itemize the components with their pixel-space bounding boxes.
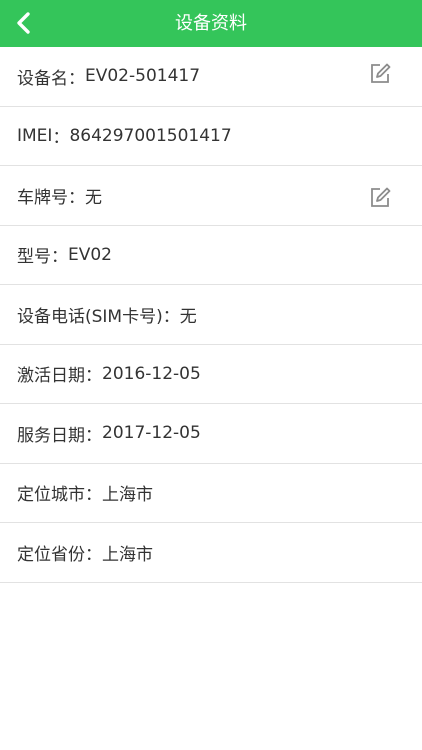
row-separator: ：: [85, 544, 102, 565]
row-value: 无: [179, 306, 197, 327]
row-text: 设备电话(SIM卡号)：无: [17, 285, 197, 344]
row-label: IMEI: [17, 125, 53, 146]
row-label: 设备名: [17, 68, 68, 89]
row-label: 定位省份: [17, 544, 85, 565]
app-header: 设备资料: [0, 0, 422, 47]
row-value: 上海市: [102, 544, 153, 565]
row-separator: ：: [52, 128, 70, 149]
edit-plate-number-button[interactable]: [366, 184, 394, 212]
row-label: 型号: [17, 247, 51, 268]
row-separator: ：: [68, 68, 85, 89]
row-separator: ：: [85, 425, 102, 446]
device-info-list: 设备名： EV02-501417 IMEI： 864297001501417 车牌号…: [0, 47, 422, 583]
row-value: EV02-501417: [85, 66, 201, 87]
row-separator: ：: [85, 485, 102, 506]
row-value: 2017-12-05: [102, 423, 201, 444]
edit-icon: [371, 187, 391, 207]
row-label: 车牌号: [17, 187, 68, 208]
row-separator: ：: [51, 247, 68, 268]
row-location-city: 定位城市：上海市: [0, 464, 422, 523]
row-label: 设备电话(SIM卡号): [17, 306, 163, 327]
row-label: 定位城市: [17, 485, 85, 506]
row-sim-number: 设备电话(SIM卡号)：无: [0, 285, 422, 345]
row-location-province: 定位省份：上海市: [0, 523, 422, 583]
row-value: 无: [85, 187, 102, 208]
row-separator: ：: [68, 187, 85, 208]
edit-icon: [371, 63, 391, 83]
row-value: 上海市: [102, 485, 153, 506]
row-value: 864297001501417: [69, 125, 232, 146]
row-value: 2016-12-05: [102, 363, 201, 384]
row-service-date: 服务日期： 2017-12-05: [0, 404, 422, 464]
row-text: 定位省份：上海市: [17, 523, 153, 582]
edit-device-name-button[interactable]: [366, 60, 394, 88]
row-text: 激活日期： 2016-12-05: [17, 345, 201, 404]
row-text: 服务日期： 2017-12-05: [17, 404, 201, 463]
row-label: 激活日期: [17, 366, 85, 387]
row-text: 车牌号：无: [17, 166, 102, 225]
row-label: 服务日期: [17, 425, 85, 446]
row-activation-date: 激活日期： 2016-12-05: [0, 345, 422, 404]
row-plate-number: 车牌号：无: [0, 166, 422, 226]
row-separator: ：: [162, 306, 180, 327]
row-text: 设备名： EV02-501417: [17, 47, 200, 106]
row-imei: IMEI： 864297001501417: [0, 107, 422, 166]
row-model: 型号： EV02: [0, 226, 422, 285]
row-text: 型号： EV02: [17, 226, 112, 285]
row-text: 定位城市：上海市: [17, 464, 153, 523]
row-text: IMEI： 864297001501417: [17, 107, 232, 166]
row-device-name: 设备名： EV02-501417: [0, 47, 422, 107]
row-separator: ：: [85, 366, 102, 387]
page-title: 设备资料: [175, 13, 247, 34]
row-value: EV02: [68, 244, 113, 265]
